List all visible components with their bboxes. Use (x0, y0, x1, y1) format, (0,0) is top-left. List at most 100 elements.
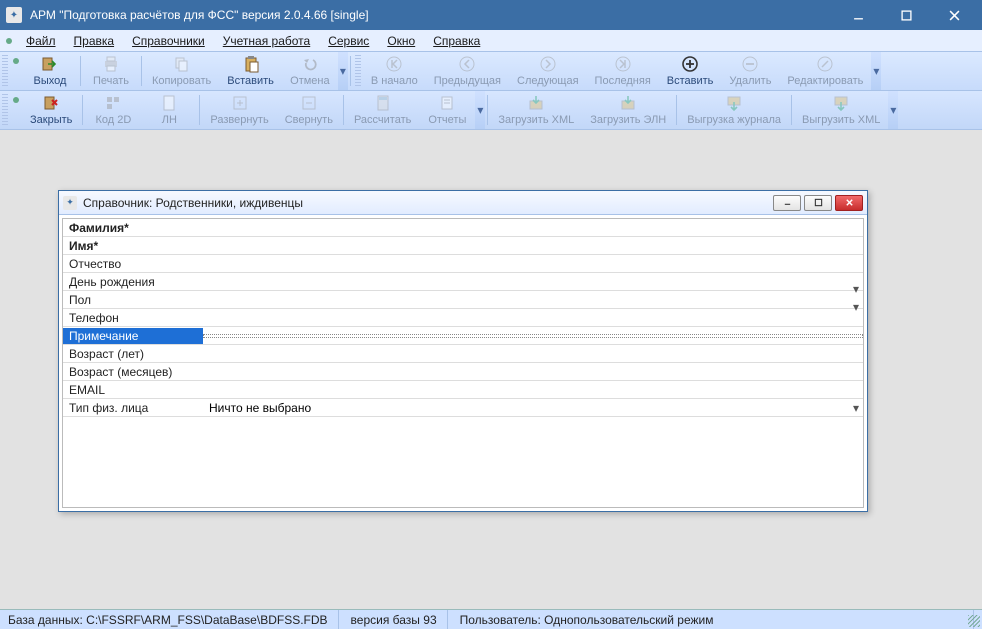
field-label: Телефон (63, 310, 203, 326)
field-value[interactable]: ▾ (203, 299, 863, 301)
status-user: Пользователь: Однопользовательский режим (460, 610, 974, 629)
field-value[interactable]: Ничто не выбрано▾ (203, 400, 863, 416)
field-label: Фамилия* (63, 220, 203, 236)
expand-icon (210, 94, 268, 112)
form-row[interactable]: Имя* (63, 237, 863, 255)
field-label: День рождения (63, 274, 203, 290)
nav-first-icon (371, 55, 418, 73)
collapse-button[interactable]: Свернуть (277, 91, 341, 129)
export-log-icon (687, 94, 781, 112)
field-value[interactable]: ▾ (203, 281, 863, 283)
menubar-grip-icon (6, 38, 12, 44)
copy-button[interactable]: Копировать (144, 52, 219, 90)
undo-button[interactable]: Отмена (282, 52, 338, 90)
close-button[interactable] (936, 3, 972, 27)
dialog-maximize-button[interactable] (804, 195, 832, 211)
form-row[interactable]: EMAIL (63, 381, 863, 399)
calculate-button[interactable]: Рассчитать (346, 91, 419, 129)
field-value[interactable] (203, 227, 863, 229)
form-row[interactable]: Отчество (63, 255, 863, 273)
dropdown-icon[interactable]: ▾ (853, 401, 859, 415)
export-xml-icon (802, 94, 880, 112)
field-value[interactable] (203, 317, 863, 319)
menu-file[interactable]: Файл (18, 32, 64, 50)
field-value[interactable] (203, 245, 863, 247)
minimize-button[interactable] (840, 3, 876, 27)
menu-dictionaries[interactable]: Справочники (124, 32, 213, 50)
window-controls (840, 3, 976, 27)
menu-help[interactable]: Справка (425, 32, 488, 50)
dialog-titlebar[interactable]: ✦ Справочник: Родственники, иждивенцы (59, 191, 867, 215)
reports-button[interactable]: Отчеты (419, 91, 475, 129)
exit-button[interactable]: Выход (22, 52, 78, 90)
nav-edit-button[interactable]: Редактировать (779, 52, 871, 90)
mdi-workspace: ✦ Справочник: Родственники, иждивенцы Фа… (0, 130, 982, 614)
nav-insert-button[interactable]: Вставить (659, 52, 722, 90)
field-value[interactable] (203, 353, 863, 355)
menu-window[interactable]: Окно (379, 32, 423, 50)
undo-icon (290, 55, 330, 73)
load-eln-button[interactable]: Загрузить ЭЛН (582, 91, 674, 129)
report-icon (427, 94, 467, 112)
form-row[interactable]: Пол▾ (63, 291, 863, 309)
export-xml-button[interactable]: Выгрузить XML (794, 91, 888, 129)
menu-service[interactable]: Сервис (320, 32, 377, 50)
field-value[interactable] (203, 389, 863, 391)
ln-button[interactable]: ЛН (141, 91, 197, 129)
qr-icon (93, 94, 133, 112)
field-label: Отчество (63, 256, 203, 272)
field-value[interactable] (203, 371, 863, 373)
nav-last-button[interactable]: Последняя (587, 52, 659, 90)
field-label: Имя* (63, 238, 203, 254)
menu-edit[interactable]: Правка (66, 32, 123, 50)
toolbar2-overflow[interactable]: ▾ (888, 91, 898, 129)
code2d-button[interactable]: Код 2D (85, 91, 141, 129)
field-value[interactable] (203, 263, 863, 265)
export-log-button[interactable]: Выгрузка журнала (679, 91, 789, 129)
dialog-close-button[interactable] (835, 195, 863, 211)
dialog-window: ✦ Справочник: Родственники, иждивенцы Фа… (58, 190, 868, 512)
maximize-button[interactable] (888, 3, 924, 27)
toolbar-grip-icon (2, 55, 8, 87)
paste-button[interactable]: Вставить (219, 52, 282, 90)
expand-button[interactable]: Развернуть (202, 91, 276, 129)
nav-prev-button[interactable]: Предыдущая (426, 52, 509, 90)
load-eln-icon (590, 94, 666, 112)
toolbar-main: Выход Печать Копировать Вставить Отмена … (0, 52, 982, 91)
nav-delete-icon (729, 55, 771, 73)
dropdown-icon[interactable]: ▾ (853, 282, 859, 296)
nav-first-button[interactable]: В начало (363, 52, 426, 90)
form-row[interactable]: Телефон (63, 309, 863, 327)
statusbar: База данных: C:\FSSRF\ARM_FSS\DataBase\B… (0, 609, 982, 629)
dialog-icon: ✦ (63, 196, 77, 210)
status-db-version: версия базы 93 (351, 610, 448, 629)
print-button[interactable]: Печать (83, 52, 139, 90)
form-row[interactable]: Возраст (месяцев) (63, 363, 863, 381)
toolbar-grip2-icon (355, 55, 361, 87)
menu-accounting[interactable]: Учетная работа (215, 32, 318, 50)
form-row[interactable]: Тип физ. лицаНичто не выбрано▾ (63, 399, 863, 417)
close-record-button[interactable]: Закрыть (22, 91, 80, 129)
document-icon (149, 94, 189, 112)
toolbar1-overflow[interactable]: ▾ (338, 52, 348, 90)
reports-dropdown[interactable]: ▾ (475, 91, 485, 129)
nav-next-button[interactable]: Следующая (509, 52, 587, 90)
field-label: EMAIL (63, 382, 203, 398)
toolbar1b-overflow[interactable]: ▾ (871, 52, 881, 90)
load-xml-button[interactable]: Загрузить XML (490, 91, 582, 129)
field-label: Возраст (лет) (63, 346, 203, 362)
copy-icon (152, 55, 211, 73)
nav-delete-button[interactable]: Удалить (721, 52, 779, 90)
field-value[interactable] (203, 334, 863, 338)
form-row[interactable]: Примечание (63, 327, 863, 345)
nav-next-icon (517, 55, 579, 73)
form-row[interactable]: Фамилия* (63, 219, 863, 237)
form-row[interactable]: День рождения▾ (63, 273, 863, 291)
form-row[interactable]: Возраст (лет) (63, 345, 863, 363)
resize-grip-icon[interactable] (968, 615, 980, 627)
toolbar2-grip-icon (2, 94, 8, 126)
load-xml-icon (498, 94, 574, 112)
exit-icon (30, 55, 70, 73)
dialog-minimize-button[interactable] (773, 195, 801, 211)
dropdown-icon[interactable]: ▾ (853, 300, 859, 314)
